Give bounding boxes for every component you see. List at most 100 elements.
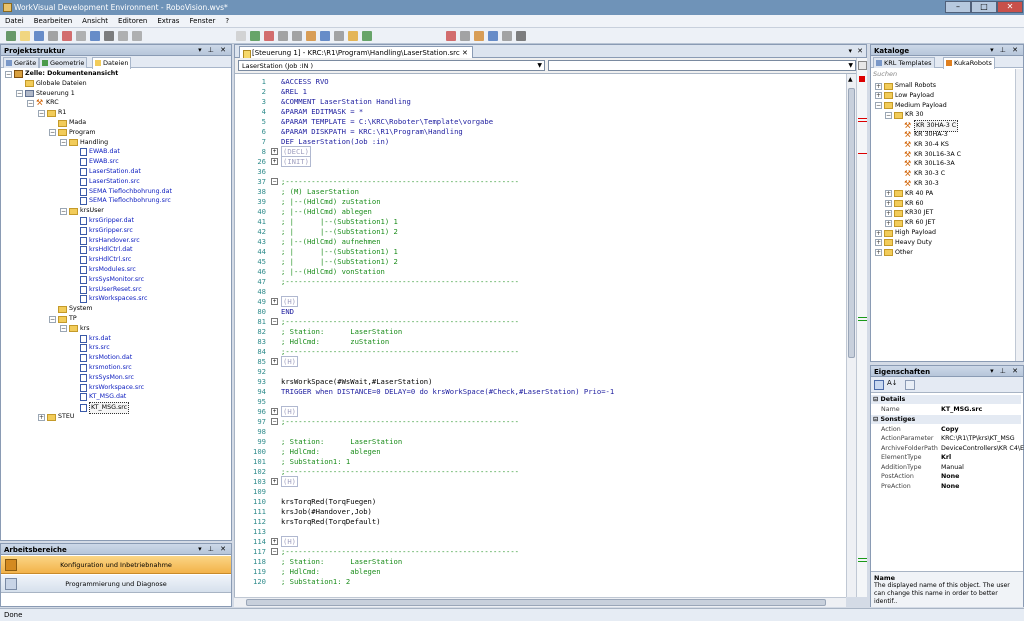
catalog-search-input[interactable]: Suchen: [873, 70, 1013, 80]
tree-item[interactable]: krs.src: [71, 343, 110, 353]
panel-pin-icons[interactable]: ▾ ⊥ ✕: [198, 545, 228, 553]
workarea-programming[interactable]: Programmierung und Diagnose: [1, 575, 231, 593]
tree-item[interactable]: krsSysMonitor.src: [71, 275, 144, 285]
toolbar-button-3[interactable]: [48, 31, 58, 41]
tree-item[interactable]: + High Payload: [875, 228, 936, 238]
tree-item[interactable]: + Low Payload: [875, 91, 934, 101]
collapse-icon[interactable]: −: [60, 139, 67, 147]
toolbar-button-18[interactable]: [348, 31, 358, 41]
tree-item[interactable]: + STEU: [38, 412, 74, 422]
tree-item[interactable]: ⚒ KR 30-3 C: [895, 169, 945, 179]
hscroll-thumb[interactable]: [246, 599, 826, 606]
menu-help[interactable]: ?: [220, 15, 234, 25]
scroll-thumb[interactable]: [848, 88, 855, 358]
panel-pin-icons[interactable]: ▾ ⊥ ✕: [990, 367, 1020, 375]
toolbar-button-2[interactable]: [34, 31, 44, 41]
collapse-icon[interactable]: −: [49, 129, 56, 137]
tree-item[interactable]: ⚒ KR 30L16-3A: [895, 159, 955, 169]
property-value[interactable]: Krl: [941, 453, 951, 462]
menu-fenster[interactable]: Fenster: [184, 15, 220, 25]
toolbar-button-15[interactable]: [306, 31, 316, 41]
collapse-icon[interactable]: −: [5, 70, 12, 78]
horizontal-scrollbar[interactable]: [234, 597, 846, 607]
property-row[interactable]: ArchiveFolderPath DeviceControllers\KR C4…: [871, 444, 1024, 453]
fold-collapse-icon[interactable]: −: [271, 548, 278, 555]
property-category[interactable]: ⊟ Sonstiges: [871, 414, 1021, 424]
toolbar-button-22[interactable]: [474, 31, 484, 41]
toolbar-button-19[interactable]: [362, 31, 372, 41]
menu-bearbeiten[interactable]: Bearbeiten: [29, 15, 77, 25]
property-row[interactable]: Name KT_MSG.src: [871, 405, 1021, 414]
close-icon[interactable]: ✕: [462, 49, 468, 57]
fold-expand-icon[interactable]: +: [271, 358, 278, 365]
tree-item[interactable]: − KR 30: [885, 110, 924, 120]
collapse-icon[interactable]: −: [875, 102, 882, 110]
function-combo[interactable]: ▼: [548, 60, 856, 71]
tree-item[interactable]: − Zelle: Dokumentenansicht: [5, 69, 118, 79]
fold-collapse-icon[interactable]: −: [271, 178, 278, 185]
toolbar-button-8[interactable]: [118, 31, 128, 41]
tree-item[interactable]: − Steuerung 1: [16, 89, 75, 99]
tree-item[interactable]: Globale Dateien: [16, 79, 87, 89]
tree-item[interactable]: LaserStation.src: [71, 177, 140, 187]
close-button[interactable]: ✕: [997, 1, 1023, 13]
expand-icon[interactable]: +: [875, 249, 882, 257]
tab-list-icon[interactable]: ▾: [848, 47, 852, 55]
property-value[interactable]: Manual: [941, 463, 964, 472]
tree-item[interactable]: ⚒ KR 30-4 KS: [895, 140, 949, 150]
tree-item[interactable]: SEMA Tieflochbohrung.src: [71, 196, 171, 206]
expand-icon[interactable]: +: [885, 190, 892, 198]
fold-collapse-icon[interactable]: −: [271, 318, 278, 325]
menu-extras[interactable]: Extras: [152, 15, 184, 25]
minimize-button[interactable]: –: [945, 1, 971, 13]
code-fold[interactable]: (H): [281, 406, 298, 417]
toolbar-button-13[interactable]: [278, 31, 288, 41]
code-fold[interactable]: (INIT): [281, 156, 311, 167]
property-value[interactable]: KT_MSG.src: [941, 405, 982, 414]
tree-item[interactable]: EWAB.src: [71, 157, 119, 167]
fold-expand-icon[interactable]: +: [271, 538, 278, 545]
tree-item[interactable]: KT_MSG.dat: [71, 392, 126, 402]
tree-item[interactable]: − Program: [49, 128, 96, 138]
panel-pin-icons[interactable]: ▾ ⊥ ✕: [990, 46, 1020, 54]
tree-item[interactable]: Mada: [49, 118, 86, 128]
tree-item[interactable]: − TP: [49, 314, 77, 324]
tree-item[interactable]: krsHandover.src: [71, 236, 140, 246]
expand-icon[interactable]: +: [885, 209, 892, 217]
toolbar-button-24[interactable]: [502, 31, 512, 41]
property-value[interactable]: Copy: [941, 425, 959, 434]
tree-item[interactable]: krsMotion.dat: [71, 353, 132, 363]
property-row[interactable]: ActionParameter KRC:\R1\TP\krs\KT_MSG: [871, 434, 1021, 443]
toolbar-button-0[interactable]: [6, 31, 16, 41]
toolbar-button-21[interactable]: [460, 31, 470, 41]
code-fold[interactable]: (H): [281, 296, 298, 307]
menu-ansicht[interactable]: Ansicht: [77, 15, 113, 25]
fold-expand-icon[interactable]: +: [271, 478, 278, 485]
tree-item[interactable]: ⚒ KR 30L16-3A C: [895, 150, 961, 160]
toolbar-button-16[interactable]: [320, 31, 330, 41]
property-value[interactable]: KRC:\R1\TP\krs\KT_MSG: [941, 434, 1015, 443]
property-row[interactable]: Action Copy: [871, 425, 1021, 434]
toolbar-button-10[interactable]: [236, 31, 246, 41]
tree-item[interactable]: krsWorkspace.src: [71, 383, 144, 393]
tree-item[interactable]: krsModules.src: [71, 265, 136, 275]
toolbar-button-11[interactable]: [250, 31, 260, 41]
toolbar-button-17[interactable]: [334, 31, 344, 41]
categorized-icon[interactable]: [874, 380, 884, 390]
tree-item[interactable]: + KR30 JET: [885, 208, 933, 218]
toolbar-button-25[interactable]: [516, 31, 526, 41]
scroll-up-icon[interactable]: ▲: [848, 76, 855, 83]
tree-item[interactable]: + KR 60 JET: [885, 218, 935, 228]
tree-item[interactable]: ⚒ KR 30HA-3 C: [895, 120, 959, 133]
tree-item[interactable]: − krs: [60, 324, 90, 334]
property-row[interactable]: ElementType Krl: [871, 453, 1021, 462]
toolbar-button-4[interactable]: [62, 31, 72, 41]
tree-item[interactable]: − Handling: [60, 138, 108, 148]
property-row[interactable]: PostAction None: [871, 472, 1021, 481]
sort-alpha-icon[interactable]: A↓: [887, 379, 898, 387]
tree-item[interactable]: krsGripper.src: [71, 226, 133, 236]
vertical-scrollbar[interactable]: ▲: [846, 74, 856, 597]
tree-item[interactable]: ⚒ KR 30-3: [895, 179, 939, 189]
code-fold[interactable]: (H): [281, 356, 298, 367]
maximize-button[interactable]: □: [971, 1, 997, 13]
